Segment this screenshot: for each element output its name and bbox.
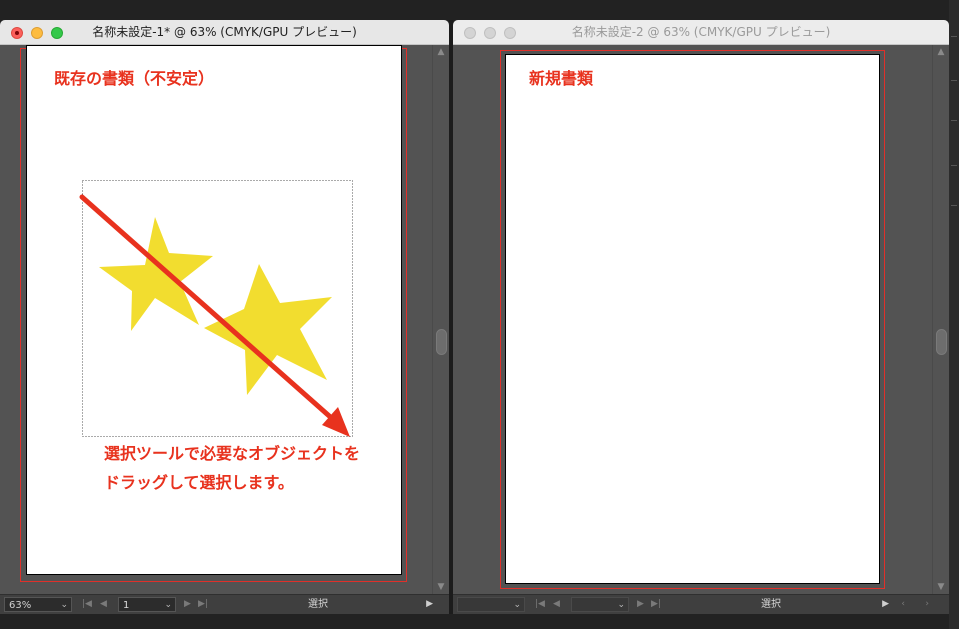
desktop: 名称未設定-1* @ 63% (CMYK/GPU プレビュー) 既存の書類（不安… xyxy=(0,0,959,629)
chevron-down-icon[interactable]: ⌄ xyxy=(513,598,521,613)
minimize-icon[interactable] xyxy=(484,27,496,39)
artwork-layer xyxy=(79,180,353,437)
scroll-left-icon[interactable]: ‹ xyxy=(901,597,905,612)
title-bar[interactable]: 名称未設定-1* @ 63% (CMYK/GPU プレビュー) xyxy=(0,20,449,45)
chevron-down-icon[interactable]: ⌄ xyxy=(60,598,68,613)
star-shape-2 xyxy=(204,264,332,395)
annotation-new-doc: 新規書類 xyxy=(529,69,594,88)
close-icon[interactable] xyxy=(464,27,476,39)
chevron-down-icon[interactable]: ⌄ xyxy=(164,598,172,613)
zoom-field[interactable]: ⌄ xyxy=(457,597,525,612)
play-icon[interactable]: ▶ xyxy=(882,597,889,612)
artboard[interactable] xyxy=(505,54,880,584)
next-page-icon[interactable]: ▶ xyxy=(637,597,644,612)
page-value: 1 xyxy=(123,600,130,611)
title-bar[interactable]: 名称未設定-2 @ 63% (CMYK/GPU プレビュー) xyxy=(453,20,949,45)
document-window-2[interactable]: 名称未設定-2 @ 63% (CMYK/GPU プレビュー) 新規書類 ▲ ▼ … xyxy=(453,20,949,614)
page-field[interactable]: ⌄ xyxy=(571,597,629,612)
status-text: 選択 xyxy=(308,599,328,610)
scroll-thumb[interactable] xyxy=(436,329,447,355)
document-window-1[interactable]: 名称未設定-1* @ 63% (CMYK/GPU プレビュー) 既存の書類（不安… xyxy=(0,20,449,614)
page-field[interactable]: 1 ⌄ xyxy=(118,597,176,612)
annotation-existing-doc: 既存の書類（不安定） xyxy=(54,69,215,88)
window-title: 名称未設定-2 @ 63% (CMYK/GPU プレビュー) xyxy=(571,25,831,39)
scroll-up-icon[interactable]: ▲ xyxy=(433,47,449,57)
vertical-scrollbar[interactable]: ▲ ▼ xyxy=(932,45,949,594)
prev-page-icon[interactable]: ◀ xyxy=(553,597,560,612)
next-page-icon[interactable]: ▶ xyxy=(184,597,191,612)
adjacent-panel-edge xyxy=(949,0,959,629)
status-bar: 63% ⌄ |◀ ◀ 1 ⌄ ▶ ▶| 選択 ▶ xyxy=(0,594,449,614)
annotation-instruction-2: ドラッグして選択します。 xyxy=(104,473,294,492)
prev-page-icon[interactable]: ◀ xyxy=(100,597,107,612)
canvas-area[interactable]: 既存の書類（不安定） 選択ツールで必要なオブジェクトを ドラッグして選択します。 xyxy=(0,45,432,594)
vertical-scrollbar[interactable]: ▲ ▼ xyxy=(432,45,449,594)
scroll-down-icon[interactable]: ▼ xyxy=(433,582,449,592)
zoom-value: 63% xyxy=(9,600,32,611)
scroll-up-icon[interactable]: ▲ xyxy=(933,47,949,57)
first-page-icon[interactable]: |◀ xyxy=(82,597,92,612)
chevron-down-icon[interactable]: ⌄ xyxy=(617,598,625,613)
zoom-field[interactable]: 63% ⌄ xyxy=(4,597,72,612)
status-text: 選択 xyxy=(761,599,781,610)
star-shape-1 xyxy=(99,217,213,331)
first-page-icon[interactable]: |◀ xyxy=(535,597,545,612)
last-page-icon[interactable]: ▶| xyxy=(198,597,208,612)
scroll-thumb[interactable] xyxy=(936,329,947,355)
minimize-icon[interactable] xyxy=(31,27,43,39)
canvas-area[interactable]: 新規書類 xyxy=(453,45,932,594)
scroll-right-icon[interactable]: › xyxy=(925,597,929,612)
maximize-icon[interactable] xyxy=(51,27,63,39)
status-bar: ⌄ |◀ ◀ ⌄ ▶ ▶| 選択 ▶ ‹ › xyxy=(453,594,949,614)
window-title: 名称未設定-1* @ 63% (CMYK/GPU プレビュー) xyxy=(92,25,357,39)
play-icon[interactable]: ▶ xyxy=(426,597,433,612)
maximize-icon[interactable] xyxy=(504,27,516,39)
annotation-instruction-1: 選択ツールで必要なオブジェクトを xyxy=(104,444,361,463)
last-page-icon[interactable]: ▶| xyxy=(651,597,661,612)
scroll-down-icon[interactable]: ▼ xyxy=(933,582,949,592)
close-icon[interactable] xyxy=(11,27,23,39)
